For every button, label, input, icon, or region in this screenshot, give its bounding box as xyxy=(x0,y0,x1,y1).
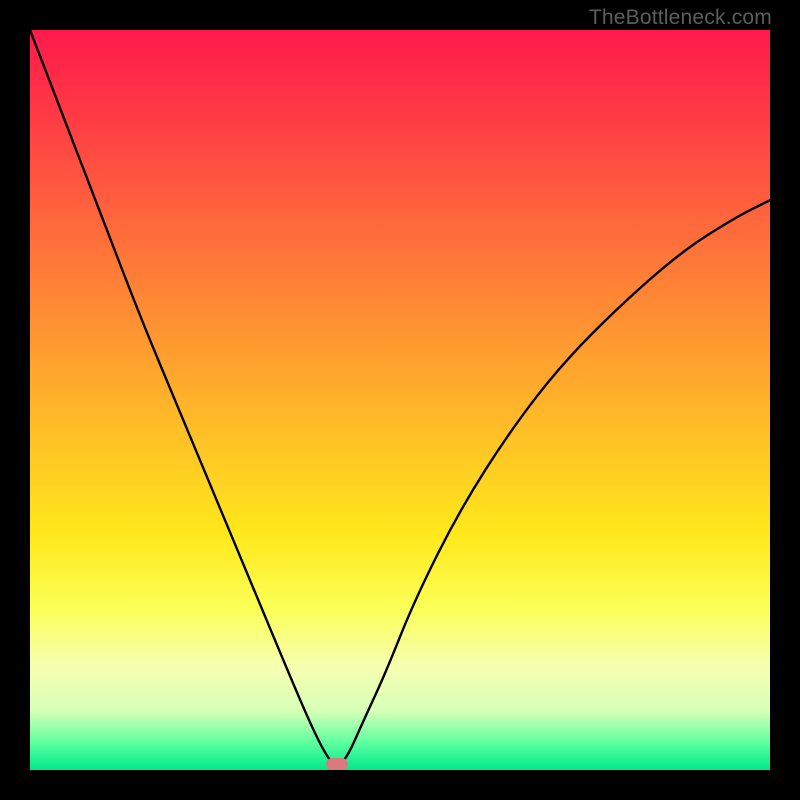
chart-frame: TheBottleneck.com xyxy=(0,0,800,800)
bottleneck-curve xyxy=(30,30,770,770)
minimum-marker xyxy=(326,758,348,770)
watermark-text: TheBottleneck.com xyxy=(589,6,772,30)
plot-area xyxy=(30,30,770,770)
